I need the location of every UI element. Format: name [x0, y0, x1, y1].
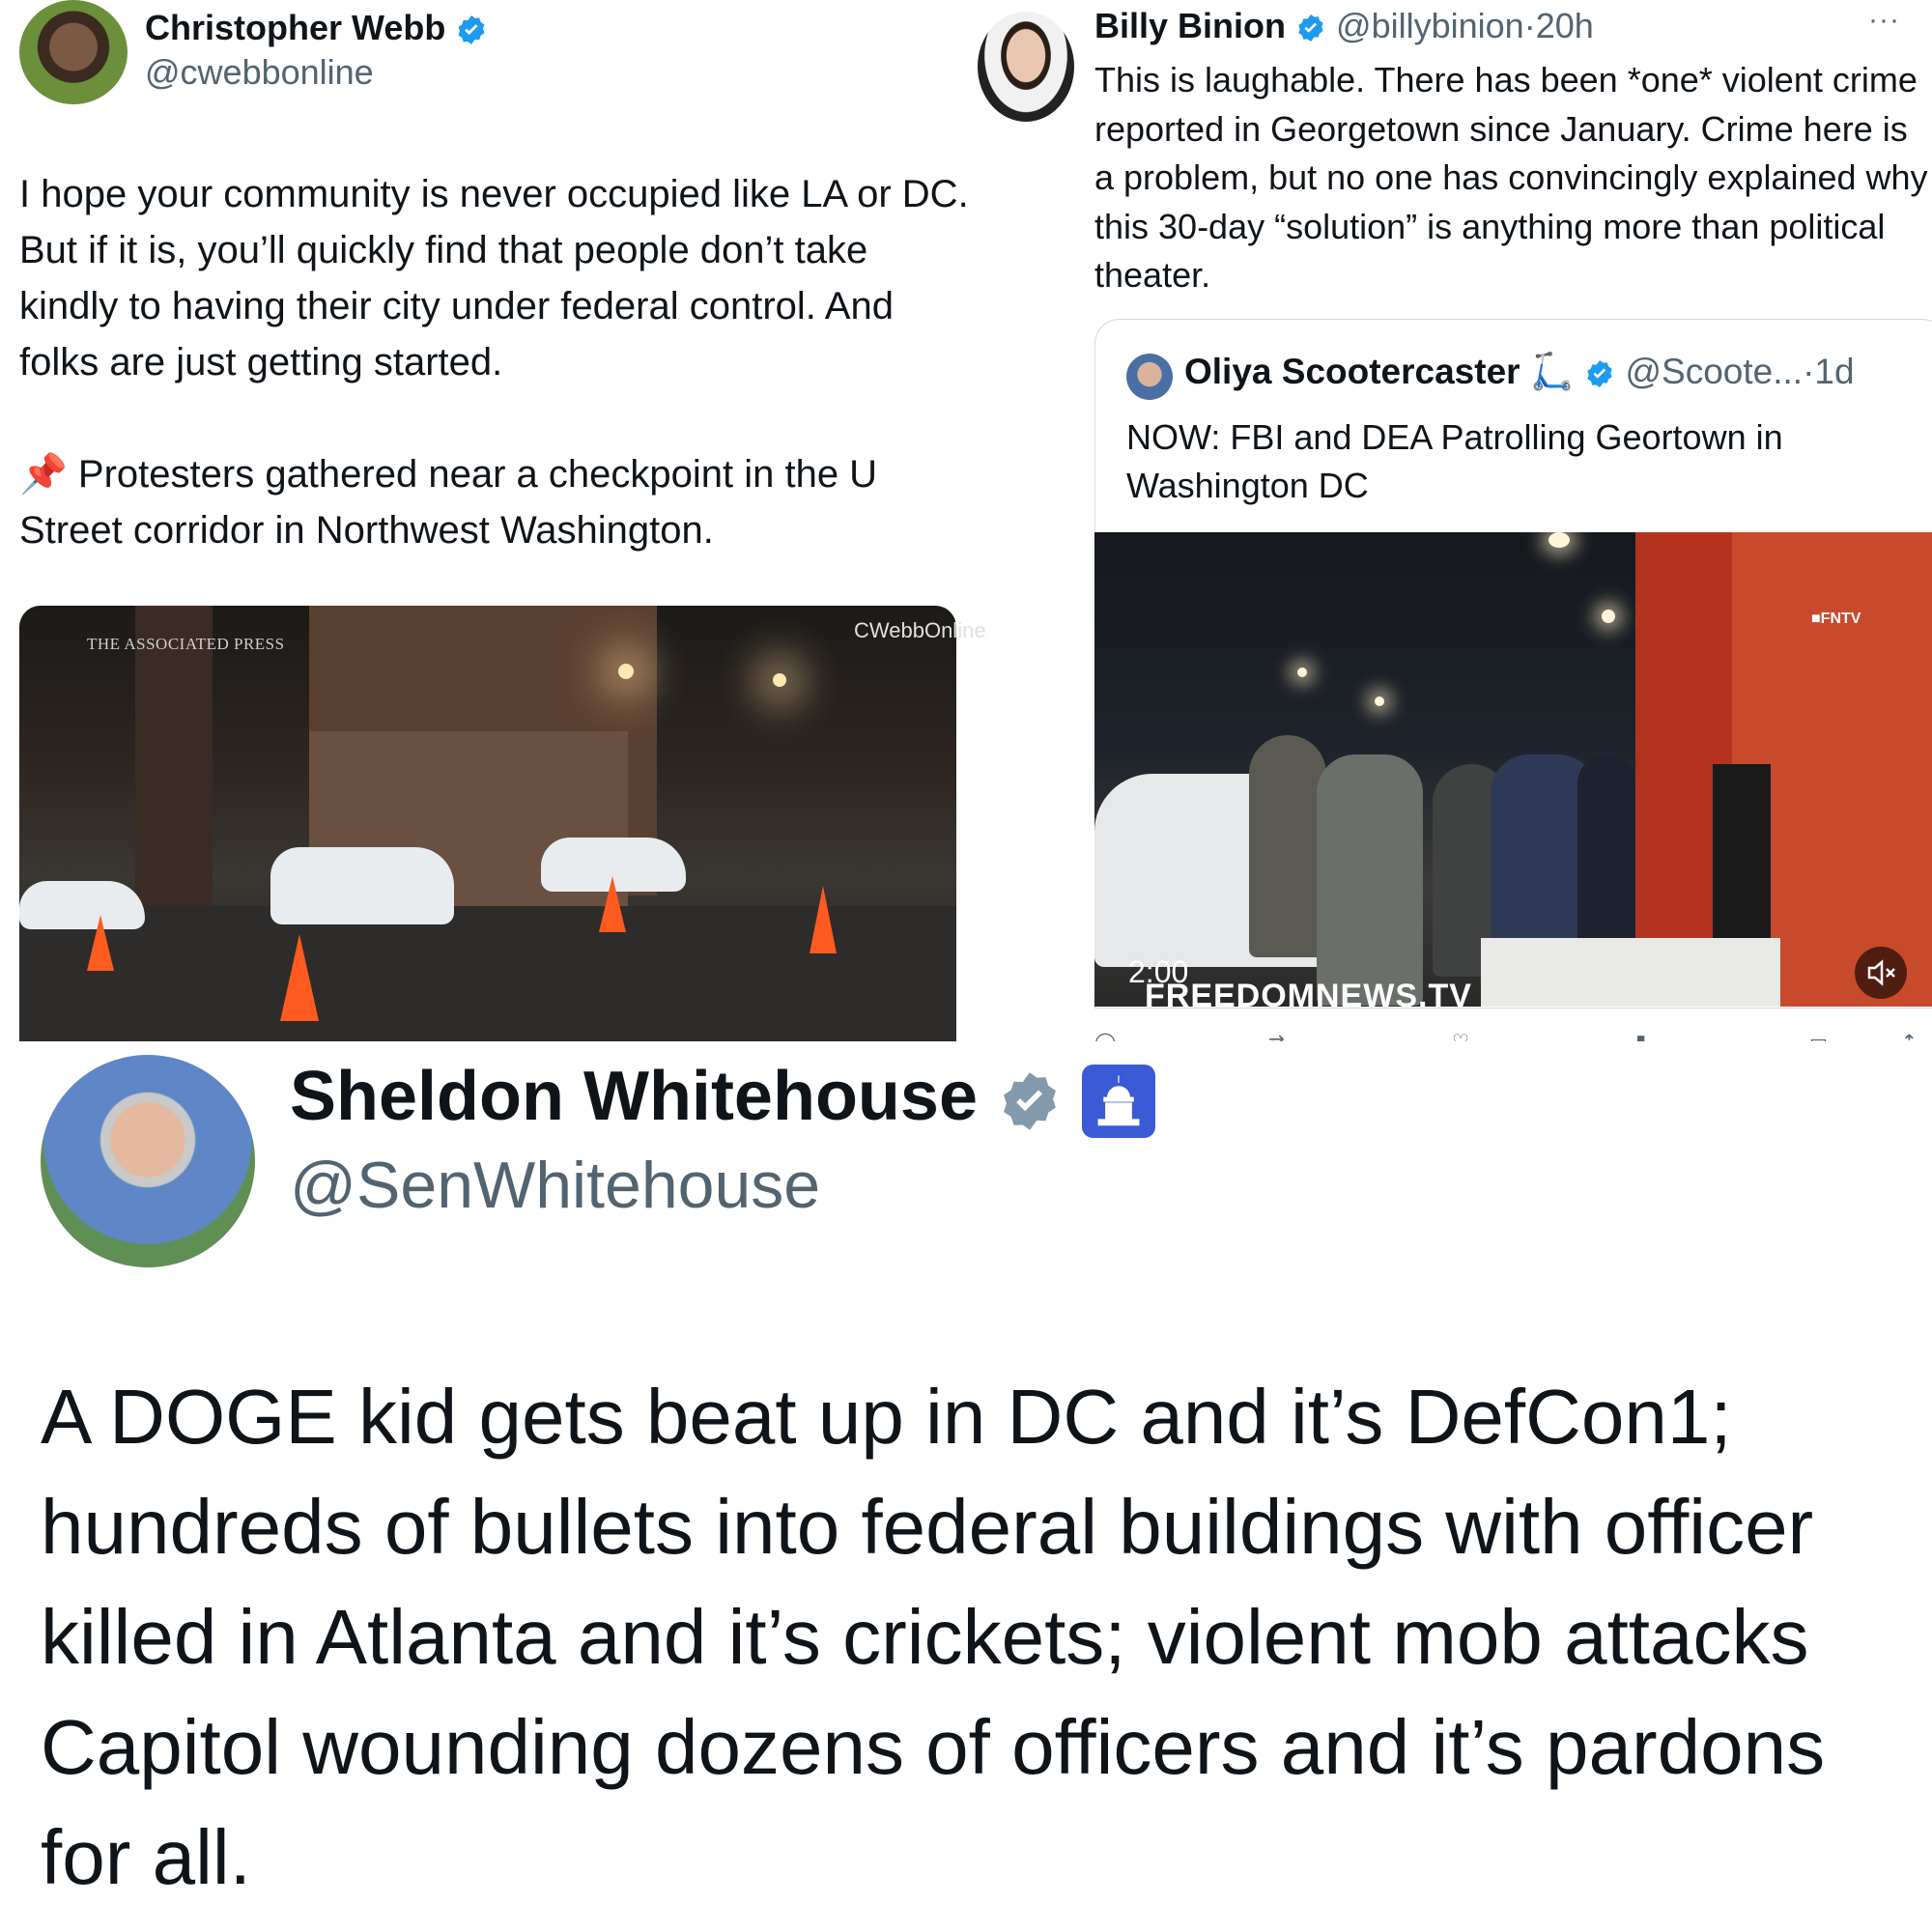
avatar-oliya-scootercaster[interactable]	[1126, 354, 1173, 400]
retweet-icon[interactable]: ⇄	[1268, 1030, 1285, 1041]
reply-icon[interactable]: ◯	[1094, 1030, 1116, 1041]
timestamp[interactable]: 20h	[1536, 6, 1594, 45]
author-name[interactable]: Oliya Scootercaster	[1184, 352, 1520, 391]
tweet1-paragraph: 📌 Protesters gathered near a checkpoint …	[19, 453, 878, 552]
verified-badge-icon	[1587, 360, 1612, 388]
verified-badge-icon	[458, 15, 485, 45]
separator-dot: ·	[1523, 6, 1536, 45]
verified-badge-icon	[1004, 1072, 1056, 1130]
like-icon[interactable]: ♡	[1452, 1030, 1469, 1041]
views-icon[interactable]: ▮	[1635, 1030, 1646, 1041]
quoted-tweet-header: Oliya Scootercaster 🛴 @Scoote...·1d	[1184, 352, 1855, 393]
quoted-tweet-text: NOW: FBI and DEA Patrolling Geortown in …	[1126, 417, 1783, 505]
share-icon[interactable]: ⇡	[1901, 1030, 1918, 1041]
tweet1-paragraph: I hope your community is never occupied …	[19, 173, 969, 384]
media-watermark: CWebbOnline	[854, 618, 986, 642]
scooter-emoji-icon: 🛴	[1529, 352, 1575, 391]
avatar-billy-binion[interactable]	[978, 12, 1074, 122]
tweet1-video[interactable]	[19, 606, 956, 1041]
verified-badge-icon	[1298, 14, 1323, 43]
tweet1-text: I hope your community is never occupied …	[19, 166, 976, 558]
quoted-tweet-video[interactable]	[1094, 532, 1932, 1007]
timestamp[interactable]: 1d	[1814, 352, 1854, 391]
media-watermark: THE ASSOCIATED PRESS	[87, 635, 285, 653]
video-watermark: FREEDOMNEWS.TV	[1145, 978, 1472, 1014]
mute-icon[interactable]	[1855, 947, 1907, 999]
author-name[interactable]: Billy Binion	[1094, 6, 1286, 45]
capitol-icon	[1082, 1064, 1156, 1138]
author-name[interactable]: Sheldon Whitehouse	[290, 1058, 978, 1135]
author-name[interactable]: Christopher Webb	[145, 8, 445, 47]
avatar-sheldon-whitehouse[interactable]	[41, 1055, 255, 1267]
tweet-action-bar: ◯ ⇄ ♡ ▮ ▭ ⇡	[1094, 1030, 1932, 1041]
bookmark-icon[interactable]: ▭	[1809, 1030, 1828, 1041]
author-handle[interactable]: @cwebbonline	[145, 52, 374, 93]
tweet1-author[interactable]: Christopher Webb	[145, 8, 488, 48]
author-handle[interactable]: @SenWhitehouse	[290, 1148, 820, 1223]
tweet3-text: A DOGE kid gets beat up in DC and it’s D…	[41, 1374, 1826, 1900]
separator-dot: ·	[1803, 352, 1815, 391]
channel-logo: ■FNTV	[1811, 611, 1861, 627]
author-handle[interactable]: @Scoote...	[1625, 352, 1803, 391]
more-icon[interactable]: ···	[1868, 4, 1900, 37]
tweet2-text: This is laughable. There has been *one* …	[1094, 60, 1928, 295]
tweet2-header: Billy Binion @billybinion·20h	[1094, 6, 1594, 46]
author-handle[interactable]: @billybinion	[1336, 6, 1524, 45]
avatar-christopher-webb[interactable]	[19, 0, 128, 104]
tweet3-author: Sheldon Whitehouse	[290, 1057, 1156, 1138]
